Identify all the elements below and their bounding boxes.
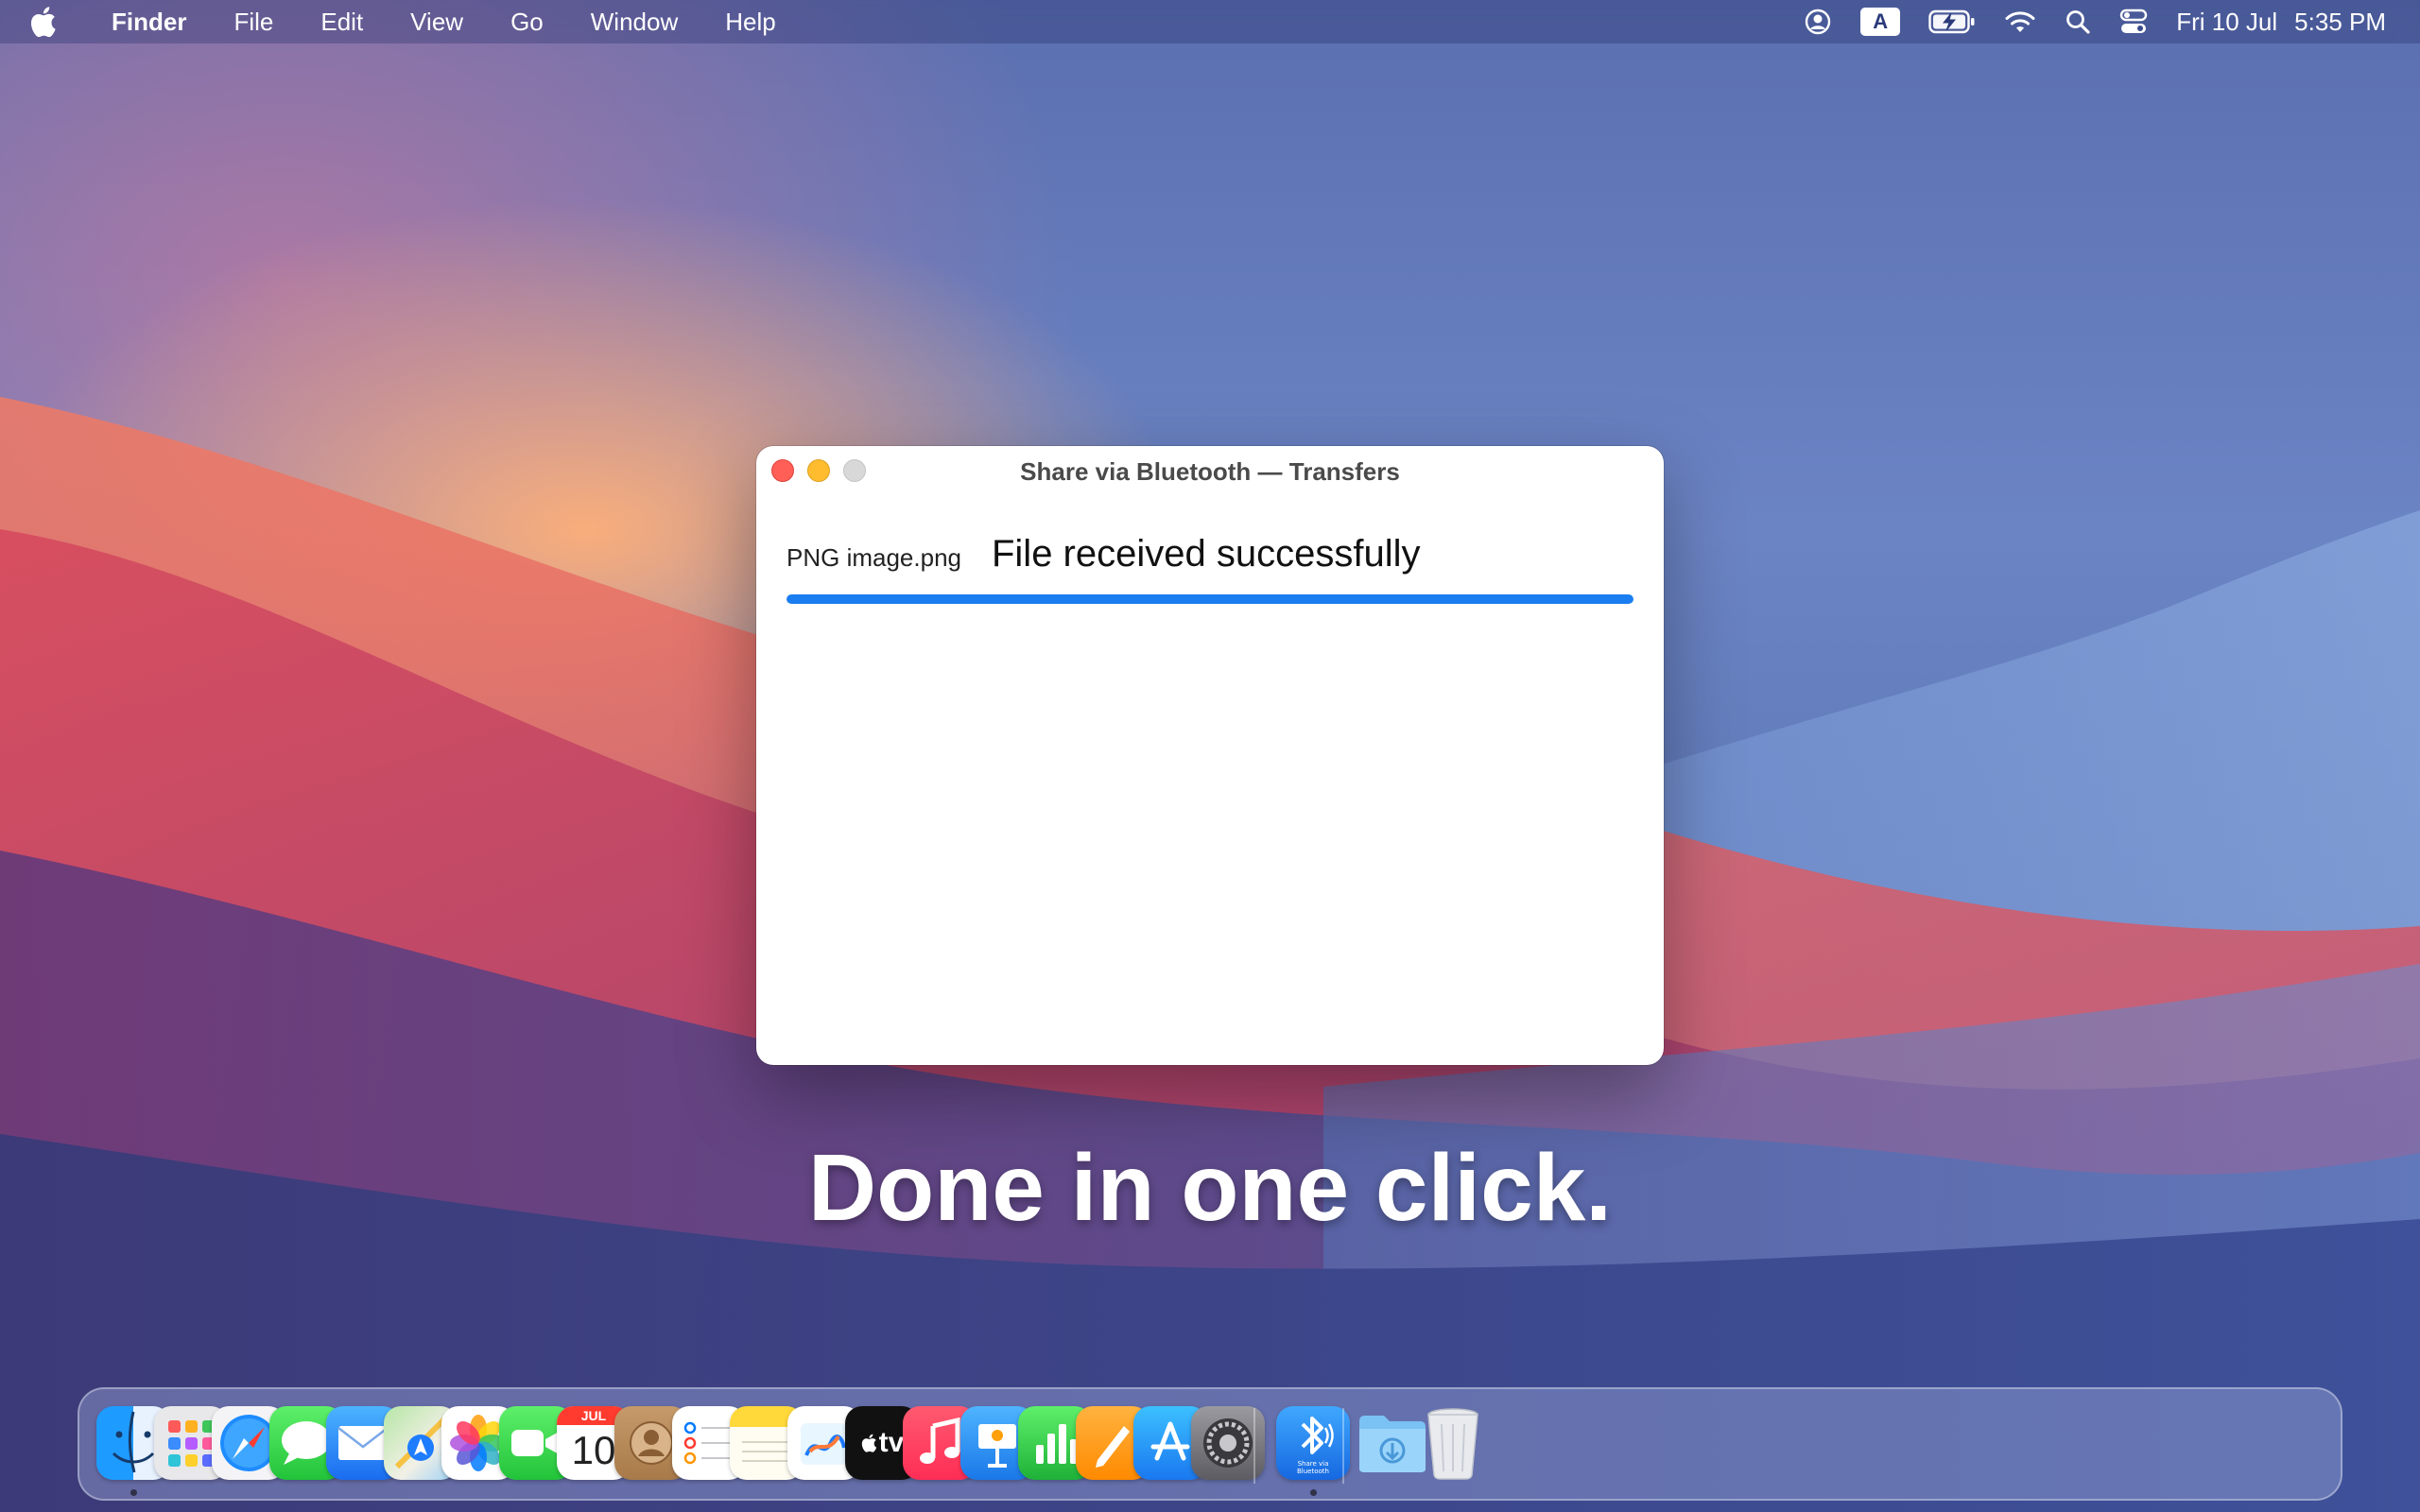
menu-file[interactable]: File bbox=[210, 8, 297, 37]
menu-view[interactable]: View bbox=[387, 8, 487, 37]
transfer-progress-bar bbox=[786, 594, 1634, 604]
transfer-progress-fill bbox=[786, 594, 1634, 604]
transfers-window: Share via Bluetooth — Transfers PNG imag… bbox=[756, 446, 1664, 1065]
dock-running-indicator bbox=[1310, 1489, 1317, 1496]
menu-clock[interactable]: Fri 10 Jul 5:35 PM bbox=[2176, 8, 2386, 37]
menu-help[interactable]: Help bbox=[701, 8, 799, 37]
window-controls bbox=[771, 459, 866, 482]
zoom-button[interactable] bbox=[843, 459, 866, 482]
apple-menu-icon[interactable] bbox=[28, 6, 78, 38]
dock: JUL 10 tv Share via Bluetooth bbox=[78, 1387, 2342, 1501]
menu-date: Fri 10 Jul bbox=[2176, 7, 2278, 36]
wifi-icon[interactable] bbox=[2004, 9, 2036, 34]
input-source-icon[interactable]: A bbox=[1860, 8, 1901, 36]
input-source-label: A bbox=[1860, 8, 1901, 36]
close-button[interactable] bbox=[771, 459, 794, 482]
window-title: Share via Bluetooth — Transfers bbox=[1020, 456, 1400, 486]
menu-edit[interactable]: Edit bbox=[297, 8, 387, 37]
transfer-item: PNG image.png File received successfully bbox=[786, 533, 1634, 604]
promo-caption: Done in one click. bbox=[807, 1135, 1613, 1241]
tv-label: tv bbox=[860, 1427, 904, 1459]
window-titlebar[interactable]: Share via Bluetooth — Transfers bbox=[756, 446, 1664, 497]
dock-separator bbox=[1253, 1408, 1255, 1484]
bluetooth-app-label: Share via Bluetooth bbox=[1297, 1460, 1329, 1475]
dock-separator bbox=[1342, 1408, 1344, 1484]
minimize-button[interactable] bbox=[807, 459, 830, 482]
menu-bar: Finder File Edit View Go Window Help A F… bbox=[0, 0, 2420, 43]
dock-trash-icon[interactable] bbox=[1416, 1406, 1490, 1480]
spotlight-icon[interactable] bbox=[2065, 9, 2091, 35]
battery-charging-icon[interactable] bbox=[1928, 9, 1976, 34]
menu-window[interactable]: Window bbox=[567, 8, 701, 37]
menu-time: 5:35 PM bbox=[2294, 7, 2386, 36]
user-icon[interactable] bbox=[1804, 8, 1832, 36]
menu-go[interactable]: Go bbox=[487, 8, 567, 37]
calendar-day: 10 bbox=[571, 1428, 616, 1472]
dock-running-indicator bbox=[130, 1489, 137, 1496]
transfer-filename: PNG image.png bbox=[786, 543, 961, 572]
menu-app-name[interactable]: Finder bbox=[100, 8, 210, 37]
transfer-status: File received successfully bbox=[991, 533, 1421, 575]
control-center-icon[interactable] bbox=[2119, 9, 2148, 35]
dock-share-via-bluetooth-icon[interactable]: Share via Bluetooth bbox=[1276, 1406, 1350, 1480]
